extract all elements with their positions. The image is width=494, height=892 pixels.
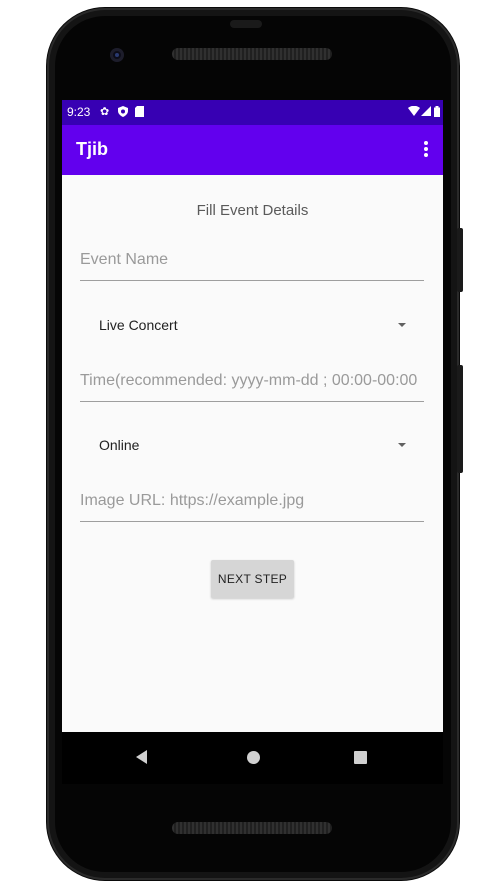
status-bar: 9:23 ✿ — [62, 100, 443, 125]
event-name-input[interactable] — [80, 244, 424, 281]
status-time: 9:23 — [67, 105, 91, 119]
proximity-sensor — [230, 20, 262, 28]
back-icon[interactable] — [136, 750, 147, 764]
signal-icon — [421, 106, 431, 119]
wifi-icon — [408, 105, 420, 119]
app-bar: Tjib — [62, 125, 443, 175]
location-type-selected: Online — [99, 437, 140, 453]
shield-icon — [118, 106, 128, 120]
image-url-input[interactable] — [80, 485, 424, 522]
form-title: Fill Event Details — [196, 202, 309, 219]
app-screen: 9:23 ✿ Tjib Fill Event Details Live Conc… — [62, 100, 443, 760]
category-selected: Live Concert — [99, 317, 178, 333]
overflow-menu-icon[interactable] — [419, 139, 433, 161]
battery-icon — [434, 106, 440, 120]
time-input[interactable] — [80, 365, 424, 402]
bottom-speaker — [172, 822, 332, 834]
dropdown-arrow-icon — [398, 323, 406, 327]
navigation-bar — [62, 732, 443, 784]
dropdown-arrow-icon — [398, 443, 406, 447]
category-spinner[interactable]: Live Concert — [80, 305, 424, 345]
front-camera-icon — [110, 48, 124, 62]
home-icon[interactable] — [247, 751, 260, 764]
sd-card-icon — [135, 106, 144, 120]
next-step-button[interactable]: NEXT STEP — [211, 560, 294, 598]
earpiece-speaker — [172, 48, 332, 60]
volume-button — [457, 365, 463, 473]
location-type-spinner[interactable]: Online — [80, 425, 424, 465]
settings-icon: ✿ — [100, 106, 110, 118]
app-title: Tjib — [76, 139, 108, 159]
recents-icon[interactable] — [354, 751, 367, 764]
power-button — [457, 228, 463, 292]
